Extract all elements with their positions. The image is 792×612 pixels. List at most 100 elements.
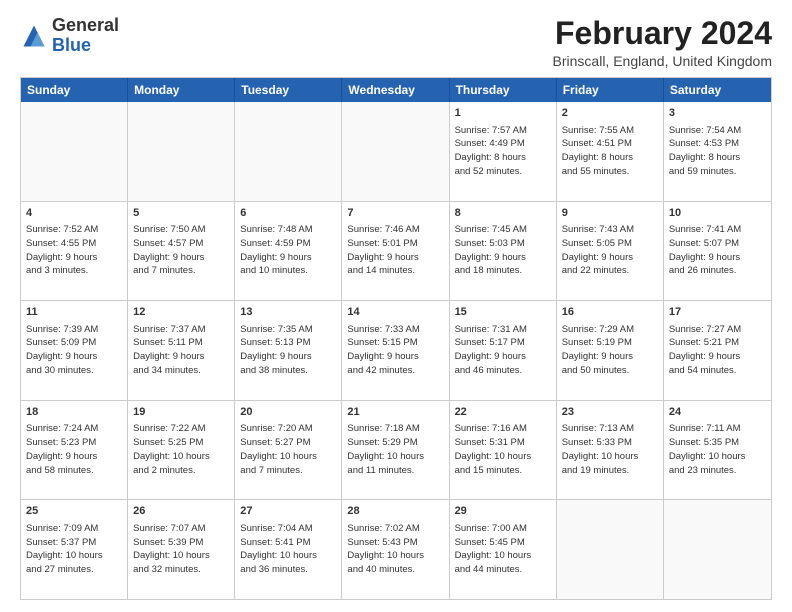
day-number: 5 [133, 206, 229, 221]
day-info: and 2 minutes. [133, 464, 229, 478]
day-number: 23 [562, 405, 658, 420]
cal-cell-4-2: 27Sunrise: 7:04 AMSunset: 5:41 PMDayligh… [235, 500, 342, 599]
day-info: Sunset: 5:43 PM [347, 536, 443, 550]
day-info: Daylight: 10 hours [133, 450, 229, 464]
day-info: and 7 minutes. [240, 464, 336, 478]
cal-cell-3-0: 18Sunrise: 7:24 AMSunset: 5:23 PMDayligh… [21, 401, 128, 500]
cal-cell-1-4: 8Sunrise: 7:45 AMSunset: 5:03 PMDaylight… [450, 202, 557, 301]
cal-cell-0-6: 3Sunrise: 7:54 AMSunset: 4:53 PMDaylight… [664, 102, 771, 201]
day-info: Sunset: 5:45 PM [455, 536, 551, 550]
cal-cell-1-6: 10Sunrise: 7:41 AMSunset: 5:07 PMDayligh… [664, 202, 771, 301]
day-number: 10 [669, 206, 766, 221]
day-info: Daylight: 9 hours [26, 450, 122, 464]
day-info: and 58 minutes. [26, 464, 122, 478]
day-info: and 36 minutes. [240, 563, 336, 577]
day-info: Daylight: 10 hours [455, 450, 551, 464]
day-info: and 40 minutes. [347, 563, 443, 577]
cal-cell-0-5: 2Sunrise: 7:55 AMSunset: 4:51 PMDaylight… [557, 102, 664, 201]
day-number: 7 [347, 206, 443, 221]
header-wednesday: Wednesday [342, 78, 449, 102]
day-number: 1 [455, 106, 551, 121]
day-number: 2 [562, 106, 658, 121]
calendar-body: 1Sunrise: 7:57 AMSunset: 4:49 PMDaylight… [21, 102, 771, 599]
cal-cell-1-5: 9Sunrise: 7:43 AMSunset: 5:05 PMDaylight… [557, 202, 664, 301]
day-info: and 32 minutes. [133, 563, 229, 577]
cal-week-4: 18Sunrise: 7:24 AMSunset: 5:23 PMDayligh… [21, 401, 771, 501]
day-info: and 42 minutes. [347, 364, 443, 378]
day-info: Sunset: 5:03 PM [455, 237, 551, 251]
cal-cell-4-1: 26Sunrise: 7:07 AMSunset: 5:39 PMDayligh… [128, 500, 235, 599]
day-info: and 30 minutes. [26, 364, 122, 378]
day-info: Daylight: 9 hours [562, 350, 658, 364]
cal-week-2: 4Sunrise: 7:52 AMSunset: 4:55 PMDaylight… [21, 202, 771, 302]
day-info: Sunrise: 7:45 AM [455, 223, 551, 237]
day-number: 3 [669, 106, 766, 121]
day-number: 18 [26, 405, 122, 420]
day-info: Sunset: 5:15 PM [347, 336, 443, 350]
cal-cell-4-6 [664, 500, 771, 599]
day-info: and 15 minutes. [455, 464, 551, 478]
day-info: Daylight: 9 hours [133, 251, 229, 265]
day-info: and 22 minutes. [562, 264, 658, 278]
day-info: and 34 minutes. [133, 364, 229, 378]
day-info: Sunrise: 7:07 AM [133, 522, 229, 536]
day-info: Daylight: 10 hours [240, 450, 336, 464]
day-info: Sunrise: 7:29 AM [562, 323, 658, 337]
cal-cell-0-4: 1Sunrise: 7:57 AMSunset: 4:49 PMDaylight… [450, 102, 557, 201]
header-sunday: Sunday [21, 78, 128, 102]
day-number: 12 [133, 305, 229, 320]
day-info: and 38 minutes. [240, 364, 336, 378]
day-info: Sunrise: 7:13 AM [562, 422, 658, 436]
day-info: and 54 minutes. [669, 364, 766, 378]
day-info: and 7 minutes. [133, 264, 229, 278]
day-info: Sunrise: 7:43 AM [562, 223, 658, 237]
cal-cell-2-6: 17Sunrise: 7:27 AMSunset: 5:21 PMDayligh… [664, 301, 771, 400]
day-info: Sunrise: 7:09 AM [26, 522, 122, 536]
day-info: and 26 minutes. [669, 264, 766, 278]
day-info: Sunset: 5:21 PM [669, 336, 766, 350]
day-info: and 3 minutes. [26, 264, 122, 278]
day-info: Sunrise: 7:57 AM [455, 124, 551, 138]
day-info: Sunset: 4:55 PM [26, 237, 122, 251]
day-info: Daylight: 9 hours [455, 251, 551, 265]
day-info: Daylight: 10 hours [455, 549, 551, 563]
day-info: Sunrise: 7:39 AM [26, 323, 122, 337]
location: Brinscall, England, United Kingdom [553, 53, 772, 69]
cal-cell-3-6: 24Sunrise: 7:11 AMSunset: 5:35 PMDayligh… [664, 401, 771, 500]
day-info: Sunrise: 7:33 AM [347, 323, 443, 337]
logo-text: General Blue [52, 16, 119, 56]
day-number: 15 [455, 305, 551, 320]
day-info: Sunrise: 7:31 AM [455, 323, 551, 337]
day-number: 22 [455, 405, 551, 420]
day-info: Daylight: 10 hours [133, 549, 229, 563]
day-info: Sunrise: 7:46 AM [347, 223, 443, 237]
logo-icon [20, 22, 48, 50]
day-info: and 19 minutes. [562, 464, 658, 478]
day-info: Daylight: 9 hours [562, 251, 658, 265]
cal-cell-1-3: 7Sunrise: 7:46 AMSunset: 5:01 PMDaylight… [342, 202, 449, 301]
day-number: 16 [562, 305, 658, 320]
cal-week-5: 25Sunrise: 7:09 AMSunset: 5:37 PMDayligh… [21, 500, 771, 599]
day-info: Sunrise: 7:48 AM [240, 223, 336, 237]
day-info: Sunrise: 7:35 AM [240, 323, 336, 337]
day-info: and 11 minutes. [347, 464, 443, 478]
day-info: and 18 minutes. [455, 264, 551, 278]
day-info: Sunrise: 7:18 AM [347, 422, 443, 436]
day-info: Daylight: 8 hours [669, 151, 766, 165]
header: General Blue February 2024 Brinscall, En… [20, 16, 772, 69]
logo-blue: Blue [52, 35, 91, 55]
day-number: 13 [240, 305, 336, 320]
day-number: 28 [347, 504, 443, 519]
day-info: Sunset: 4:51 PM [562, 137, 658, 151]
cal-cell-3-5: 23Sunrise: 7:13 AMSunset: 5:33 PMDayligh… [557, 401, 664, 500]
day-info: Sunrise: 7:52 AM [26, 223, 122, 237]
cal-cell-2-0: 11Sunrise: 7:39 AMSunset: 5:09 PMDayligh… [21, 301, 128, 400]
day-info: and 55 minutes. [562, 165, 658, 179]
day-info: Sunset: 5:27 PM [240, 436, 336, 450]
day-info: Daylight: 10 hours [669, 450, 766, 464]
day-info: Sunrise: 7:11 AM [669, 422, 766, 436]
cal-cell-4-0: 25Sunrise: 7:09 AMSunset: 5:37 PMDayligh… [21, 500, 128, 599]
day-info: Sunset: 5:29 PM [347, 436, 443, 450]
day-info: Daylight: 10 hours [562, 450, 658, 464]
day-info: Daylight: 9 hours [669, 350, 766, 364]
